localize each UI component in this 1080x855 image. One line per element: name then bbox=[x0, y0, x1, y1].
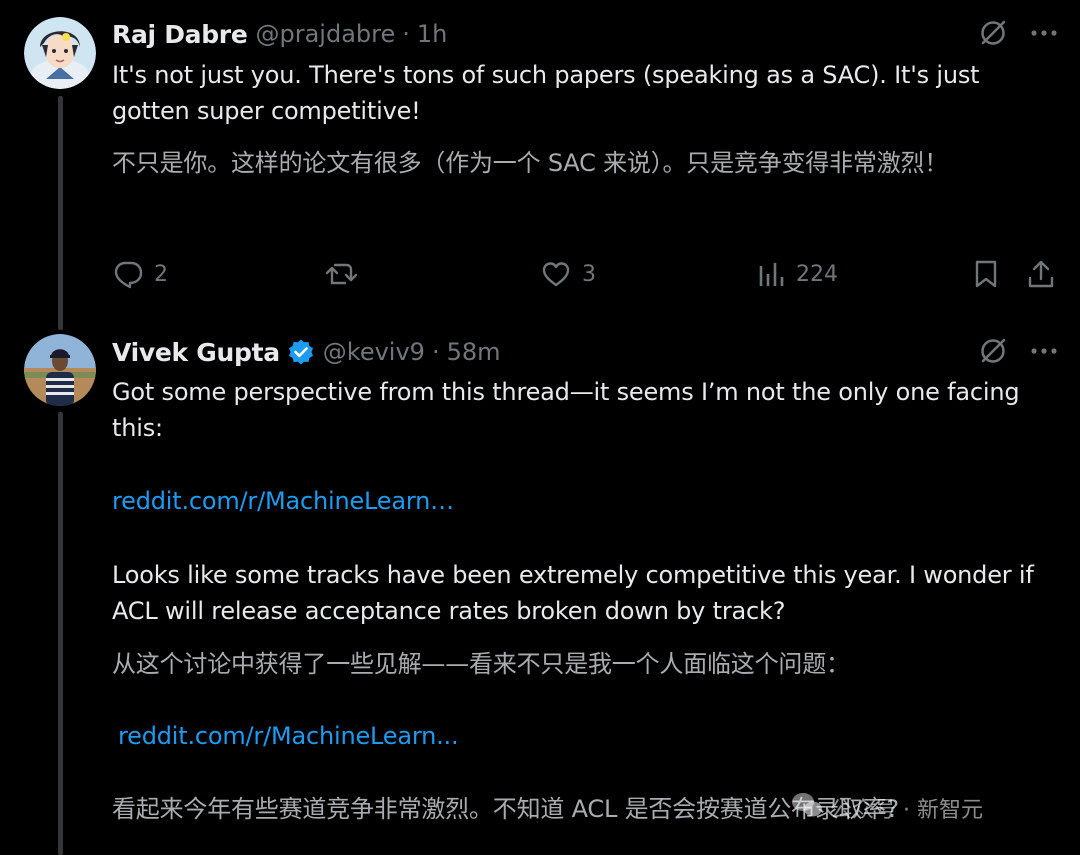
views-icon bbox=[758, 258, 786, 290]
watermark: 公众号 · 新智元 bbox=[790, 788, 983, 828]
grok-icon[interactable] bbox=[978, 336, 1008, 370]
timestamp[interactable]: 58m bbox=[447, 338, 501, 366]
avatar[interactable] bbox=[24, 17, 96, 89]
tweet-header: Raj Dabre @prajdabre · 1h bbox=[112, 16, 447, 52]
reply-icon bbox=[112, 258, 144, 290]
wechat-icon bbox=[790, 790, 824, 826]
views-button[interactable]: 224 bbox=[758, 252, 838, 296]
timestamp[interactable]: 1h bbox=[417, 20, 447, 48]
reply-button[interactable]: 2 bbox=[112, 252, 168, 296]
share-icon bbox=[1026, 258, 1056, 290]
more-icon[interactable] bbox=[1030, 18, 1058, 52]
like-icon bbox=[540, 258, 572, 290]
tweet-header: Vivek Gupta @keviv9 · 58m bbox=[112, 334, 501, 370]
handle[interactable]: @prajdabre bbox=[256, 20, 396, 48]
tweet-text-en: It's not just you. There's tons of such … bbox=[112, 61, 980, 125]
bookmark-icon bbox=[972, 258, 1000, 290]
tweet-text-cn-1: 从这个讨论中获得了一些见解——看来不只是我一个人面临这个问题： bbox=[112, 650, 850, 678]
separator: · bbox=[402, 20, 410, 48]
views-count: 224 bbox=[796, 261, 838, 287]
retweet-icon bbox=[324, 258, 360, 290]
thread-line bbox=[58, 96, 63, 330]
grok-icon[interactable] bbox=[978, 18, 1008, 52]
tweet-actions: 2 3 224 bbox=[112, 252, 1062, 296]
like-button[interactable]: 3 bbox=[540, 252, 596, 296]
top-actions bbox=[978, 335, 1058, 371]
separator: · bbox=[431, 338, 440, 366]
retweet-button[interactable] bbox=[324, 252, 370, 296]
display-name[interactable]: Raj Dabre bbox=[112, 20, 248, 49]
tweet-text-cn: 不只是你。这样的论文有很多（作为一个 SAC 来说）。只是竞争变得非常激烈！ bbox=[112, 149, 949, 177]
like-count: 3 bbox=[582, 261, 596, 287]
reddit-link[interactable]: reddit.com/r/MachineLearn… bbox=[112, 483, 1062, 519]
thread-line bbox=[58, 412, 63, 855]
avatar[interactable] bbox=[24, 334, 96, 406]
watermark-label: 公众号 · 新智元 bbox=[830, 798, 983, 823]
tweet-vivek-gupta[interactable]: Vivek Gupta @keviv9 · 58m Got some persp bbox=[0, 330, 1080, 855]
reply-count: 2 bbox=[154, 261, 168, 287]
share-button[interactable] bbox=[1026, 252, 1056, 296]
display-name[interactable]: Vivek Gupta bbox=[112, 338, 280, 367]
more-icon[interactable] bbox=[1030, 336, 1058, 370]
tweet-text-en-2: Looks like some tracks have been extreme… bbox=[112, 561, 1034, 625]
verified-icon bbox=[287, 338, 315, 366]
bookmark-button[interactable] bbox=[972, 252, 1000, 296]
tweet-text-en-1: Got some perspective from this thread—it… bbox=[112, 378, 1020, 442]
handle[interactable]: @keviv9 bbox=[323, 338, 425, 366]
reddit-link-cn[interactable]: reddit.com/r/MachineLearn... bbox=[118, 718, 1068, 754]
top-actions bbox=[978, 17, 1058, 53]
tweet-raj-dabre[interactable]: Raj Dabre @prajdabre · 1h It's not just … bbox=[0, 0, 1080, 330]
